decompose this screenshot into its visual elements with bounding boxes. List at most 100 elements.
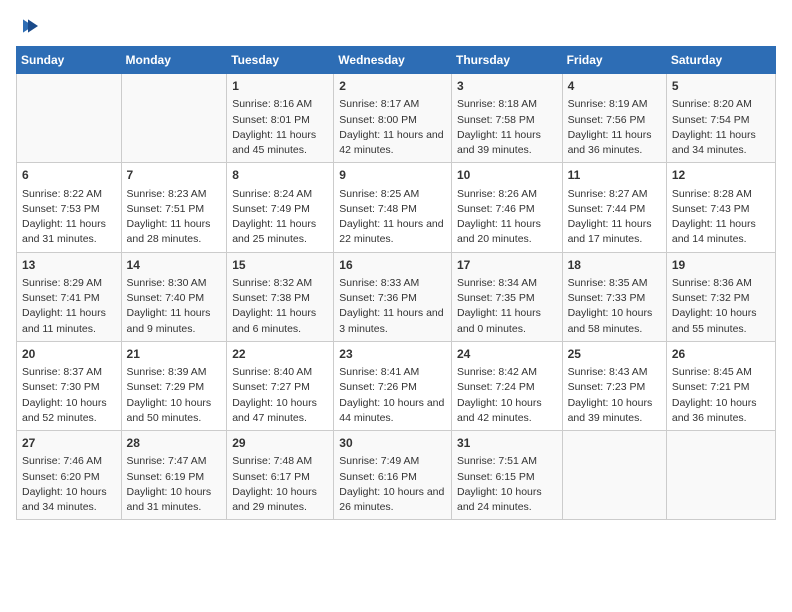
day-number: 7 [127,167,222,184]
calendar-day-cell: 14 Sunrise: 8:30 AMSunset: 7:40 PMDayligh… [121,252,227,341]
day-info: Sunrise: 8:26 AMSunset: 7:46 PMDaylight:… [457,187,557,248]
calendar-day-cell: 24 Sunrise: 8:42 AMSunset: 7:24 PMDayligh… [451,341,562,430]
calendar-week-row: 6 Sunrise: 8:22 AMSunset: 7:53 PMDaylight… [17,163,776,252]
day-info: Sunrise: 7:46 AMSunset: 6:20 PMDaylight:… [22,454,116,515]
day-number: 14 [127,257,222,274]
calendar-day-cell: 30 Sunrise: 7:49 AMSunset: 6:16 PMDayligh… [334,431,452,520]
calendar-day-cell: 18 Sunrise: 8:35 AMSunset: 7:33 PMDayligh… [562,252,666,341]
day-number: 23 [339,346,446,363]
day-number: 4 [568,78,661,95]
calendar-day-cell: 9 Sunrise: 8:25 AMSunset: 7:48 PMDaylight… [334,163,452,252]
day-number: 5 [672,78,770,95]
day-info: Sunrise: 8:27 AMSunset: 7:44 PMDaylight:… [568,187,661,248]
day-of-week-header: Tuesday [227,47,334,74]
calendar-day-cell: 23 Sunrise: 8:41 AMSunset: 7:26 PMDayligh… [334,341,452,430]
day-of-week-header: Sunday [17,47,122,74]
day-number: 29 [232,435,328,452]
day-info: Sunrise: 7:51 AMSunset: 6:15 PMDaylight:… [457,454,557,515]
day-number: 8 [232,167,328,184]
calendar-day-cell: 28 Sunrise: 7:47 AMSunset: 6:19 PMDayligh… [121,431,227,520]
calendar-day-cell: 12 Sunrise: 8:28 AMSunset: 7:43 PMDayligh… [666,163,775,252]
day-number: 24 [457,346,557,363]
logo [16,16,38,36]
day-info: Sunrise: 8:32 AMSunset: 7:38 PMDaylight:… [232,276,328,337]
day-info: Sunrise: 8:24 AMSunset: 7:49 PMDaylight:… [232,187,328,248]
day-number: 12 [672,167,770,184]
calendar-week-row: 13Sunrise: 8:29 AMSunset: 7:41 PMDayligh… [17,252,776,341]
day-info: Sunrise: 8:45 AMSunset: 7:21 PMDaylight:… [672,365,770,426]
day-info: Sunrise: 8:19 AMSunset: 7:56 PMDaylight:… [568,97,661,158]
calendar-table: SundayMondayTuesdayWednesdayThursdayFrid… [16,46,776,520]
calendar-body: 1Sunrise: 8:16 AMSunset: 8:01 PMDaylight… [17,74,776,520]
calendar-day-cell: 7Sunrise: 8:23 AMSunset: 7:51 PMDaylight… [121,163,227,252]
calendar-day-cell [666,431,775,520]
day-number: 9 [339,167,446,184]
day-of-week-header: Friday [562,47,666,74]
day-of-week-header: Monday [121,47,227,74]
day-number: 1 [232,78,328,95]
calendar-week-row: 27 Sunrise: 7:46 AMSunset: 6:20 PMDayligh… [17,431,776,520]
calendar-day-cell: 13Sunrise: 8:29 AMSunset: 7:41 PMDayligh… [17,252,122,341]
day-info: Sunrise: 7:47 AMSunset: 6:19 PMDaylight:… [127,454,222,515]
day-info: Sunrise: 8:17 AMSunset: 8:00 PMDaylight:… [339,97,446,158]
day-info: Sunrise: 8:35 AMSunset: 7:33 PMDaylight:… [568,276,661,337]
day-number: 28 [127,435,222,452]
day-number: 15 [232,257,328,274]
day-info: Sunrise: 8:34 AMSunset: 7:35 PMDaylight:… [457,276,557,337]
calendar-day-cell: 17 Sunrise: 8:34 AMSunset: 7:35 PMDayligh… [451,252,562,341]
calendar-day-cell: 10 Sunrise: 8:26 AMSunset: 7:46 PMDayligh… [451,163,562,252]
day-number: 17 [457,257,557,274]
day-info: Sunrise: 8:33 AMSunset: 7:36 PMDaylight:… [339,276,446,337]
calendar-day-cell: 31 Sunrise: 7:51 AMSunset: 6:15 PMDayligh… [451,431,562,520]
calendar-header-row: SundayMondayTuesdayWednesdayThursdayFrid… [17,47,776,74]
day-info: Sunrise: 8:22 AMSunset: 7:53 PMDaylight:… [22,187,116,248]
calendar-week-row: 1Sunrise: 8:16 AMSunset: 8:01 PMDaylight… [17,74,776,163]
calendar-day-cell: 6 Sunrise: 8:22 AMSunset: 7:53 PMDaylight… [17,163,122,252]
calendar-day-cell: 11 Sunrise: 8:27 AMSunset: 7:44 PMDayligh… [562,163,666,252]
day-info: Sunrise: 8:28 AMSunset: 7:43 PMDaylight:… [672,187,770,248]
day-number: 31 [457,435,557,452]
day-of-week-header: Thursday [451,47,562,74]
calendar-day-cell: 20 Sunrise: 8:37 AMSunset: 7:30 PMDayligh… [17,341,122,430]
logo-arrow-icon [18,16,38,36]
day-number: 16 [339,257,446,274]
day-number: 25 [568,346,661,363]
day-number: 10 [457,167,557,184]
day-number: 20 [22,346,116,363]
day-number: 22 [232,346,328,363]
day-info: Sunrise: 8:29 AMSunset: 7:41 PMDaylight:… [22,276,116,337]
calendar-day-cell: 3 Sunrise: 8:18 AMSunset: 7:58 PMDaylight… [451,74,562,163]
calendar-day-cell: 4 Sunrise: 8:19 AMSunset: 7:56 PMDaylight… [562,74,666,163]
calendar-day-cell: 22Sunrise: 8:40 AMSunset: 7:27 PMDayligh… [227,341,334,430]
day-info: Sunrise: 7:49 AMSunset: 6:16 PMDaylight:… [339,454,446,515]
day-number: 18 [568,257,661,274]
day-number: 3 [457,78,557,95]
day-number: 2 [339,78,446,95]
calendar-day-cell: 2 Sunrise: 8:17 AMSunset: 8:00 PMDaylight… [334,74,452,163]
day-number: 27 [22,435,116,452]
day-info: Sunrise: 8:30 AMSunset: 7:40 PMDaylight:… [127,276,222,337]
page-header [16,16,776,36]
day-info: Sunrise: 7:48 AMSunset: 6:17 PMDaylight:… [232,454,328,515]
calendar-day-cell [562,431,666,520]
day-info: Sunrise: 8:25 AMSunset: 7:48 PMDaylight:… [339,187,446,248]
day-of-week-header: Wednesday [334,47,452,74]
calendar-day-cell: 21Sunrise: 8:39 AMSunset: 7:29 PMDayligh… [121,341,227,430]
calendar-day-cell: 15 Sunrise: 8:32 AMSunset: 7:38 PMDayligh… [227,252,334,341]
day-info: Sunrise: 8:36 AMSunset: 7:32 PMDaylight:… [672,276,770,337]
calendar-day-cell: 29 Sunrise: 7:48 AMSunset: 6:17 PMDayligh… [227,431,334,520]
calendar-day-cell: 1Sunrise: 8:16 AMSunset: 8:01 PMDaylight… [227,74,334,163]
day-info: Sunrise: 8:37 AMSunset: 7:30 PMDaylight:… [22,365,116,426]
calendar-day-cell: 8 Sunrise: 8:24 AMSunset: 7:49 PMDaylight… [227,163,334,252]
calendar-day-cell: 19Sunrise: 8:36 AMSunset: 7:32 PMDayligh… [666,252,775,341]
day-number: 26 [672,346,770,363]
calendar-week-row: 20 Sunrise: 8:37 AMSunset: 7:30 PMDayligh… [17,341,776,430]
day-info: Sunrise: 8:18 AMSunset: 7:58 PMDaylight:… [457,97,557,158]
day-info: Sunrise: 8:42 AMSunset: 7:24 PMDaylight:… [457,365,557,426]
day-number: 30 [339,435,446,452]
day-info: Sunrise: 8:41 AMSunset: 7:26 PMDaylight:… [339,365,446,426]
calendar-day-cell: 27 Sunrise: 7:46 AMSunset: 6:20 PMDayligh… [17,431,122,520]
day-number: 6 [22,167,116,184]
day-number: 11 [568,167,661,184]
day-number: 21 [127,346,222,363]
